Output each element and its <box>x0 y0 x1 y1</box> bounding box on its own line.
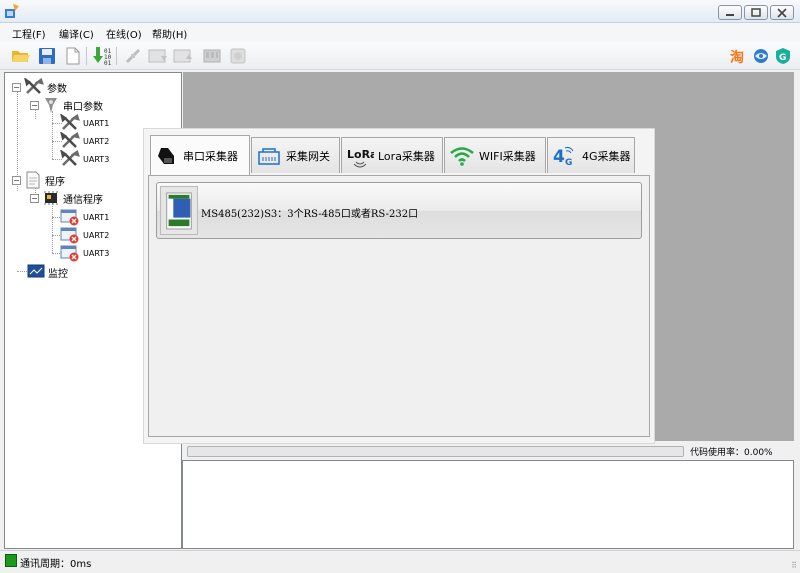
collapse-toggle[interactable]: − <box>30 100 39 110</box>
device-item-ms485s3[interactable]: MS485(232)S3：3个RS-485口或者RS-232口 <box>156 182 642 239</box>
program-error-icon <box>60 245 79 262</box>
device-thumbnail-icon <box>160 186 198 235</box>
code-usage-label: 代码使用率：0.00% <box>690 448 773 458</box>
code-usage-row: 代码使用率：0.00% <box>183 443 794 460</box>
plug-icon <box>125 48 141 64</box>
resize-grip-icon[interactable]: ⠿ <box>791 561 797 570</box>
menu-bar: 工程(F) 编译(C) 在线(O) 帮助(H) <box>0 23 800 42</box>
serial-param-icon <box>45 98 57 113</box>
globe-icon <box>754 49 768 63</box>
connect-button[interactable] <box>122 45 144 67</box>
status-text: 通讯周期：0ms <box>20 559 92 570</box>
svg-text:G: G <box>565 158 572 168</box>
stop-icon <box>230 48 246 64</box>
collapse-toggle[interactable]: − <box>12 175 21 185</box>
tools-icon <box>60 150 80 166</box>
wifi-icon <box>450 146 474 166</box>
tools-icon <box>24 78 44 94</box>
maximize-button[interactable] <box>744 5 768 20</box>
program-error-icon <box>60 227 79 244</box>
title-bar <box>0 0 800 23</box>
tree-node-serial-params[interactable]: − 串口参数 <box>30 96 103 114</box>
svg-text:G: G <box>779 53 786 63</box>
minimize-icon <box>726 14 734 16</box>
tools-icon <box>60 132 80 148</box>
minimize-button[interactable] <box>718 5 742 20</box>
status-led-icon <box>5 554 17 567</box>
status-bar: 通讯周期：0ms ⠿ <box>0 550 800 573</box>
tab-gateway[interactable]: 采集网关 <box>251 137 340 173</box>
tree-node-prog-uart3[interactable]: UART3 <box>60 244 109 262</box>
new-file-icon <box>66 47 80 65</box>
save-button[interactable] <box>36 45 58 67</box>
module-icon <box>203 49 221 63</box>
stop-button[interactable] <box>227 45 249 67</box>
internet-button[interactable] <box>750 45 772 67</box>
svg-text:4: 4 <box>553 147 565 167</box>
taobao-button[interactable]: 淘 <box>728 45 750 67</box>
svg-text:淘: 淘 <box>730 49 744 65</box>
tab-4g-collector[interactable]: 4G 4G采集器 <box>547 137 635 173</box>
tab-lora-collector[interactable]: LoRa Lora采集器 <box>341 137 443 173</box>
lora-icon: LoRa <box>347 148 374 167</box>
chip-icon <box>44 191 58 205</box>
4g-signal-icon: 4G <box>553 146 574 168</box>
menu-online[interactable]: 在线(O) <box>106 26 142 41</box>
app-icon <box>5 4 19 18</box>
open-button[interactable] <box>10 45 32 67</box>
svg-text:01: 01 <box>104 60 112 66</box>
tree-node-monitor[interactable]: 监控 <box>27 264 68 280</box>
tree-node-uart3[interactable]: UART3 <box>60 150 109 168</box>
close-icon <box>777 8 787 18</box>
tab-content-serial: MS485(232)S3：3个RS-485口或者RS-232口 <box>148 175 650 437</box>
collapse-toggle[interactable]: − <box>30 193 39 203</box>
gateway-icon <box>258 147 280 165</box>
download-button[interactable]: 01 10 01 <box>91 45 113 67</box>
monitor-icon <box>27 264 45 278</box>
tree-node-prog-uart2[interactable]: UART2 <box>60 226 109 244</box>
tree-node-uart2[interactable]: UART2 <box>60 132 109 150</box>
tools-icon <box>60 114 80 130</box>
tab-wifi-collector[interactable]: WIFI采集器 <box>444 137 546 173</box>
serial-connector-icon <box>158 147 174 164</box>
document-icon <box>26 171 40 189</box>
save-icon <box>39 48 55 64</box>
upload-button[interactable] <box>147 45 169 67</box>
device-read-icon <box>173 49 192 63</box>
maximize-icon <box>751 8 761 17</box>
program-error-icon <box>60 209 79 226</box>
shield-icon: G <box>776 48 790 64</box>
folder-open-icon <box>12 51 30 62</box>
tree-node-prog-uart1[interactable]: UART1 <box>60 208 109 226</box>
download-icon: 01 10 01 <box>93 47 112 66</box>
tree-node-program[interactable]: − 程序 <box>12 171 65 189</box>
tab-serial-collector[interactable]: 串口采集器 <box>150 135 250 175</box>
taobao-icon: 淘 <box>730 49 744 65</box>
code-usage-progress <box>187 446 684 457</box>
device-upload-icon <box>148 49 167 63</box>
module-button[interactable] <box>201 45 223 67</box>
menu-help[interactable]: 帮助(H) <box>152 26 187 41</box>
tree-node-uart1[interactable]: UART1 <box>60 114 109 132</box>
tree-node-comm-program[interactable]: − 通信程序 <box>30 189 103 207</box>
collector-dialog: 串口采集器 采集网关 LoRa Lora采集器 WIFI采集器 4G 4G采集器 <box>143 128 655 444</box>
output-panel[interactable] <box>182 460 794 549</box>
close-button[interactable] <box>770 5 794 20</box>
menu-compile[interactable]: 编译(C) <box>59 26 94 41</box>
about-button[interactable]: G <box>772 45 794 67</box>
tree-node-params[interactable]: − 参数 <box>12 78 67 96</box>
toolbar: 01 10 01 淘 G <box>0 42 800 70</box>
device-read-button[interactable] <box>172 45 194 67</box>
svg-text:LoRa: LoRa <box>347 148 374 161</box>
menu-project[interactable]: 工程(F) <box>12 26 46 41</box>
new-file-button[interactable] <box>62 45 84 67</box>
collapse-toggle[interactable]: − <box>12 82 21 92</box>
